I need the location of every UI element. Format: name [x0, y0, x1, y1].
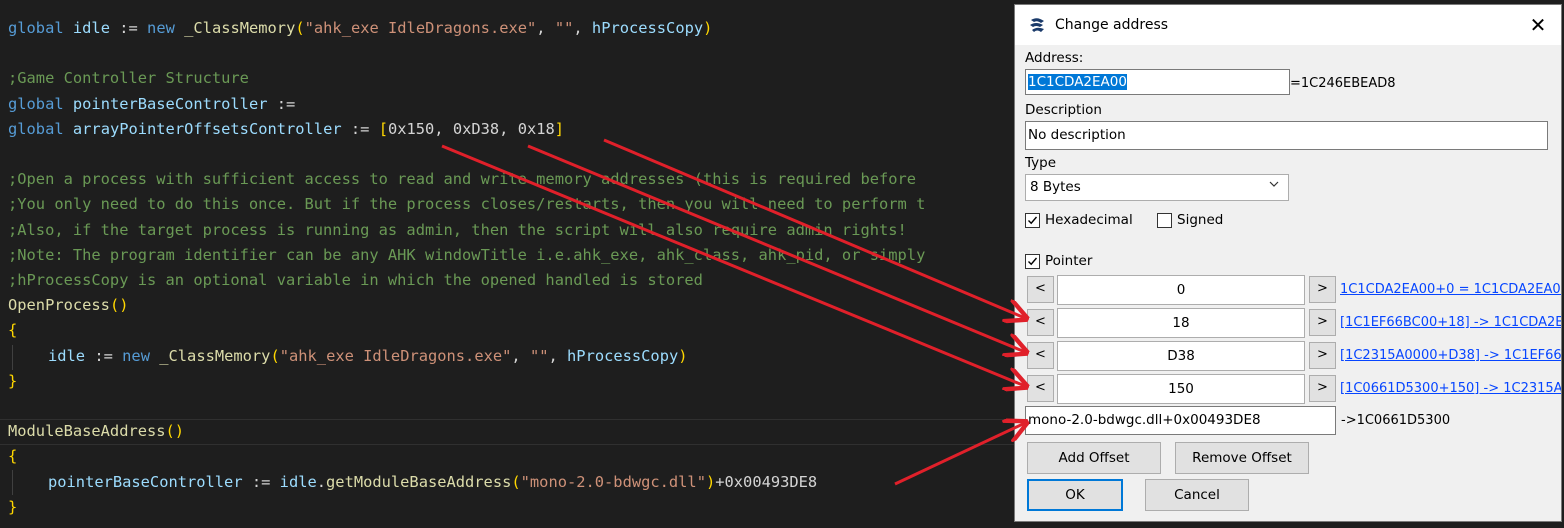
- arrow-base-address: [894, 423, 1025, 486]
- arrow-offset-0xD38: [527, 144, 1025, 352]
- arrow-offset-0x18: [603, 138, 1025, 318]
- arrow-offset-0x150: [441, 144, 1025, 386]
- annotation-arrows: [441, 138, 1564, 486]
